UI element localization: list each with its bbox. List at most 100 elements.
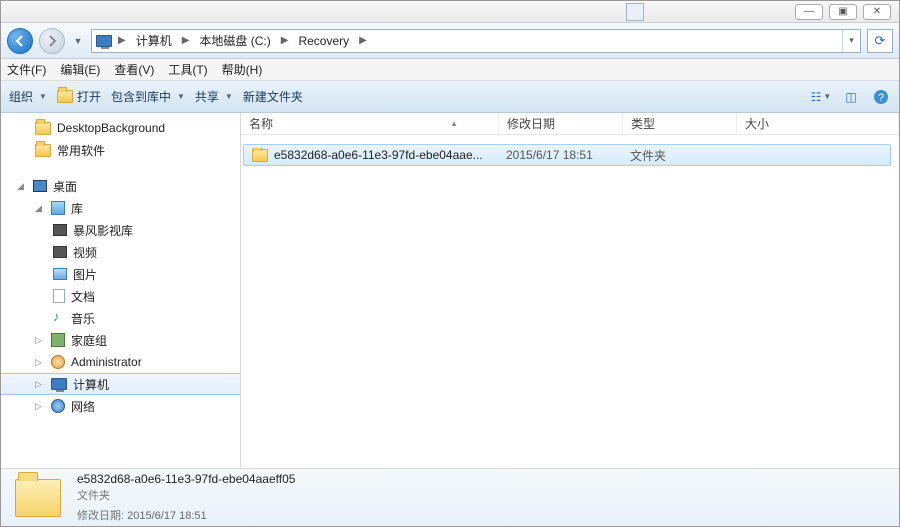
tree-item-storm-library[interactable]: 暴风影视库	[1, 219, 240, 241]
breadcrumb-recovery[interactable]: Recovery	[294, 30, 353, 52]
breadcrumb-computer[interactable]: 计算机	[132, 30, 176, 52]
tree-label: 音乐	[71, 310, 95, 327]
computer-icon	[96, 35, 112, 47]
chevron-right-icon: ▶	[116, 35, 128, 46]
breadcrumb-local-disk-c[interactable]: 本地磁盘 (C:)	[195, 30, 274, 52]
tree-item-videos[interactable]: 视频	[1, 241, 240, 263]
maximize-button[interactable]: ▣	[829, 4, 857, 20]
user-icon	[51, 355, 65, 369]
homegroup-icon	[51, 333, 65, 347]
tree-item-desktop-background[interactable]: DesktopBackground	[1, 117, 240, 139]
tree-item-libraries[interactable]: ◢ 库	[1, 197, 240, 219]
navigation-pane[interactable]: DesktopBackground 常用软件 ◢ 桌面 ◢ 库 暴风影视库	[1, 113, 241, 468]
new-folder-button[interactable]: 新建文件夹	[243, 88, 303, 105]
file-date-cell: 2015/6/17 18:51	[498, 148, 622, 162]
tree-label: 计算机	[73, 376, 109, 393]
menu-file[interactable]: 文件(F)	[7, 61, 46, 78]
details-pane: e5832d68-a0e6-11e3-97fd-ebe04aaeff05 文件夹…	[1, 468, 899, 526]
share-with-button[interactable]: 共享▼	[195, 88, 233, 105]
column-header-row: 名称 ▲ 修改日期 类型 大小	[241, 113, 899, 135]
tree-item-homegroup[interactable]: ▷ 家庭组	[1, 329, 240, 351]
details-thumbnail	[13, 476, 63, 520]
details-date-value: 2015/6/17 18:51	[127, 510, 207, 522]
documents-icon	[53, 289, 65, 303]
tree-item-documents[interactable]: 文档	[1, 285, 240, 307]
computer-icon	[51, 378, 67, 390]
tree-label: 桌面	[53, 178, 77, 195]
tree-item-music[interactable]: ♪ 音乐	[1, 307, 240, 329]
include-in-library-button[interactable]: 包含到库中▼	[111, 88, 185, 105]
music-icon: ♪	[53, 311, 65, 325]
forward-button[interactable]	[39, 28, 65, 54]
tree-item-desktop[interactable]: ◢ 桌面	[1, 175, 240, 197]
nav-row: ▼ ▶ 计算机 ▶ 本地磁盘 (C:) ▶ Recovery ▶ ▾ ⟳	[1, 23, 899, 59]
menu-tools[interactable]: 工具(T)	[168, 61, 207, 78]
tree-label: 暴风影视库	[73, 222, 133, 239]
tree-label: 家庭组	[71, 332, 107, 349]
tree-label: 常用软件	[57, 142, 105, 159]
tree-label: 网络	[71, 398, 95, 415]
column-type[interactable]: 类型	[623, 113, 737, 134]
desktop-icon	[33, 180, 47, 192]
expand-icon[interactable]: ▷	[35, 357, 45, 368]
collapse-icon[interactable]: ◢	[35, 203, 45, 214]
collapse-icon[interactable]: ◢	[17, 181, 27, 192]
tree-label: 视频	[73, 244, 97, 261]
back-button[interactable]	[7, 28, 33, 54]
menu-bar: 文件(F) 编辑(E) 查看(V) 工具(T) 帮助(H)	[1, 59, 899, 81]
chevron-right-icon: ▶	[279, 35, 291, 46]
column-name-label: 名称	[249, 115, 273, 132]
preview-pane-button[interactable]: ◫	[841, 87, 861, 107]
address-dropdown[interactable]: ▾	[842, 30, 860, 52]
expand-icon[interactable]: ▷	[35, 379, 45, 390]
details-name: e5832d68-a0e6-11e3-97fd-ebe04aaeff05	[77, 472, 295, 486]
tree-item-network[interactable]: ▷ 网络	[1, 395, 240, 417]
share-label: 共享	[195, 88, 219, 105]
help-button[interactable]: ?	[871, 87, 891, 107]
tree-item-administrator[interactable]: ▷ Administrator	[1, 351, 240, 373]
menu-view[interactable]: 查看(V)	[114, 61, 154, 78]
open-button[interactable]: 打开	[57, 88, 101, 105]
svg-text:?: ?	[878, 92, 884, 104]
tree-item-pictures[interactable]: 图片	[1, 263, 240, 285]
file-list-pane: 名称 ▲ 修改日期 类型 大小 e5832d68-a0e6-11e3-97fd-…	[241, 113, 899, 468]
tree-item-computer[interactable]: ▷ 计算机	[1, 373, 240, 395]
file-name: e5832d68-a0e6-11e3-97fd-ebe04aae...	[274, 148, 483, 162]
expand-icon[interactable]: ▷	[35, 335, 45, 346]
tree-label: 文档	[71, 288, 95, 305]
details-date-label: 修改日期:	[77, 510, 124, 522]
column-size[interactable]: 大小	[737, 113, 899, 134]
folder-icon	[35, 144, 51, 157]
refresh-button[interactable]: ⟳	[867, 29, 893, 53]
expand-icon[interactable]: ▷	[35, 401, 45, 412]
title-bar: — ▣ ✕	[1, 1, 899, 23]
sort-ascending-icon: ▲	[450, 119, 458, 128]
close-button[interactable]: ✕	[863, 4, 891, 20]
nav-history-dropdown[interactable]: ▼	[71, 36, 85, 46]
menu-help[interactable]: 帮助(H)	[222, 61, 263, 78]
explorer-body: DesktopBackground 常用软件 ◢ 桌面 ◢ 库 暴风影视库	[1, 113, 899, 468]
minimize-button[interactable]: —	[795, 4, 823, 20]
command-bar: 组织▼ 打开 包含到库中▼ 共享▼ 新建文件夹 ☷ ▼ ◫ ?	[1, 81, 899, 113]
chevron-right-icon: ▶	[180, 35, 192, 46]
file-row[interactable]: e5832d68-a0e6-11e3-97fd-ebe04aae... 2015…	[243, 144, 891, 166]
details-type: 文件夹	[77, 487, 295, 503]
view-options-button[interactable]: ☷ ▼	[811, 87, 831, 107]
tree-label: 图片	[73, 266, 97, 283]
tree-item-common-software[interactable]: 常用软件	[1, 139, 240, 161]
organize-label: 组织	[9, 88, 33, 105]
column-name[interactable]: 名称 ▲	[241, 113, 499, 134]
menu-edit[interactable]: 编辑(E)	[60, 61, 100, 78]
pictures-icon	[53, 268, 67, 280]
tree-label: 库	[71, 200, 83, 217]
column-date[interactable]: 修改日期	[499, 113, 623, 134]
include-label: 包含到库中	[111, 88, 171, 105]
organize-button[interactable]: 组织▼	[9, 88, 47, 105]
open-label: 打开	[77, 88, 101, 105]
video-library-icon	[53, 224, 67, 236]
folder-icon	[15, 479, 61, 517]
tree-label: DesktopBackground	[57, 121, 165, 135]
details-text: e5832d68-a0e6-11e3-97fd-ebe04aaeff05 文件夹…	[77, 472, 295, 523]
address-bar[interactable]: ▶ 计算机 ▶ 本地磁盘 (C:) ▶ Recovery ▶ ▾	[91, 29, 861, 53]
file-name-cell: e5832d68-a0e6-11e3-97fd-ebe04aae...	[244, 148, 498, 162]
